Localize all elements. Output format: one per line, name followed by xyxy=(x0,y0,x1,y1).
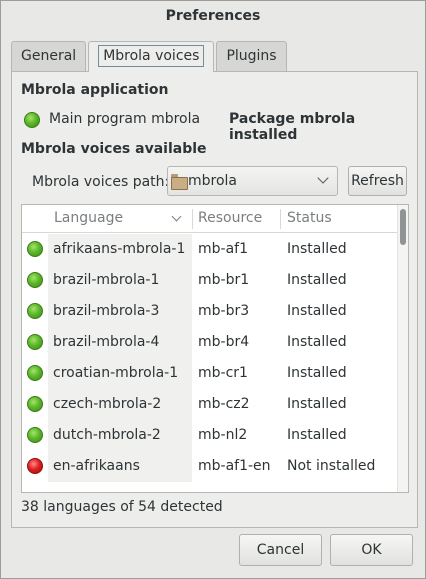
tab-mbrola-voices[interactable]: Mbrola voices xyxy=(88,41,215,72)
column-header-resource[interactable]: Resource xyxy=(198,205,262,233)
voices-path-value: mbrola xyxy=(188,173,238,189)
tab-general[interactable]: General xyxy=(11,41,87,71)
tab-mbrola-voices-label: Mbrola voices xyxy=(98,45,205,67)
cell-language: brazil-mbrola-4 xyxy=(53,334,160,350)
scrollbar-thumb[interactable] xyxy=(400,209,406,245)
cell-status: Not installed xyxy=(287,458,376,474)
cell-resource: mb-af1-en xyxy=(198,458,271,474)
sort-chevron-icon xyxy=(171,211,182,222)
cell-status: Installed xyxy=(287,272,347,288)
mbrola-application-heading: Mbrola application xyxy=(21,82,169,98)
cell-resource: mb-br4 xyxy=(198,334,250,350)
column-separator xyxy=(280,209,281,229)
table-row[interactable]: brazil-mbrola-4 mb-br4 Installed xyxy=(22,327,398,358)
table-row[interactable]: afrikaans-mbrola-1 mb-af1 Installed xyxy=(22,234,398,265)
cell-status: Installed xyxy=(287,241,347,257)
table-row[interactable]: brazil-mbrola-3 mb-br3 Installed xyxy=(22,296,398,327)
main-program-status-icon xyxy=(24,112,40,128)
table-header: Language Resource Status xyxy=(22,205,398,233)
cancel-button[interactable]: Cancel xyxy=(239,534,322,566)
vertical-scrollbar[interactable] xyxy=(397,205,408,492)
installed-status-icon xyxy=(27,396,43,412)
cell-language: czech-mbrola-2 xyxy=(53,396,162,412)
cell-resource: mb-cz2 xyxy=(198,396,250,412)
folder-icon xyxy=(171,174,188,190)
refresh-button[interactable]: Refresh xyxy=(348,166,407,196)
installed-status-icon xyxy=(27,303,43,319)
table-row[interactable]: dutch-mbrola-2 mb-nl2 Installed xyxy=(22,420,398,451)
installed-status-icon xyxy=(27,365,43,381)
voices-path-label: Mbrola voices path: xyxy=(32,174,170,190)
tab-plugins[interactable]: Plugins xyxy=(216,41,287,71)
mbrola-voices-panel: Mbrola application Main program mbrola P… xyxy=(11,71,418,528)
package-status-label: Package mbrola installed xyxy=(229,111,356,143)
cell-status: Installed xyxy=(287,427,347,443)
cell-status: Installed xyxy=(287,365,347,381)
cell-status: Installed xyxy=(287,303,347,319)
cell-resource: mb-af1 xyxy=(198,241,248,257)
cell-language: brazil-mbrola-3 xyxy=(53,303,160,319)
cell-language: brazil-mbrola-1 xyxy=(53,272,160,288)
main-program-label: Main program mbrola xyxy=(49,111,201,127)
installed-status-icon xyxy=(27,272,43,288)
cell-language: afrikaans-mbrola-1 xyxy=(53,241,186,257)
tab-plugins-label: Plugins xyxy=(226,48,277,64)
voices-path-combo[interactable]: mbrola xyxy=(167,166,338,196)
window-title: Preferences xyxy=(165,8,261,24)
column-header-language[interactable]: Language xyxy=(54,205,123,233)
installed-status-icon xyxy=(27,241,43,257)
cell-language: croatian-mbrola-1 xyxy=(53,365,179,381)
installed-status-icon xyxy=(27,427,43,443)
column-separator xyxy=(192,209,193,229)
table-row[interactable]: croatian-mbrola-1 mb-cr1 Installed xyxy=(22,358,398,389)
chevron-down-icon xyxy=(317,172,329,184)
column-header-status[interactable]: Status xyxy=(287,205,332,233)
preferences-window: Preferences General Mbrola voices Plugin… xyxy=(0,0,426,579)
table-row[interactable]: en-afrikaans mb-af1-en Not installed xyxy=(22,451,398,482)
cell-resource: mb-nl2 xyxy=(198,427,248,443)
tab-general-label: General xyxy=(21,48,77,64)
installed-status-icon xyxy=(27,334,43,350)
voices-table: Language Resource Status afrikaans-mbrol… xyxy=(21,204,409,493)
ok-button[interactable]: OK xyxy=(330,534,413,566)
tab-bar: General Mbrola voices Plugins xyxy=(11,41,289,72)
table-row[interactable]: czech-mbrola-2 mb-cz2 Installed xyxy=(22,389,398,420)
cell-resource: mb-br3 xyxy=(198,303,250,319)
not-installed-status-icon xyxy=(27,458,43,474)
summary-label: 38 languages of 54 detected xyxy=(21,499,223,515)
cell-status: Installed xyxy=(287,334,347,350)
cell-resource: mb-br1 xyxy=(198,272,250,288)
cell-language: dutch-mbrola-2 xyxy=(53,427,161,443)
cell-language: en-afrikaans xyxy=(53,458,140,474)
table-row[interactable]: brazil-mbrola-1 mb-br1 Installed xyxy=(22,265,398,296)
cell-resource: mb-cr1 xyxy=(198,365,248,381)
cell-status: Installed xyxy=(287,396,347,412)
mbrola-voices-heading: Mbrola voices available xyxy=(21,141,207,157)
